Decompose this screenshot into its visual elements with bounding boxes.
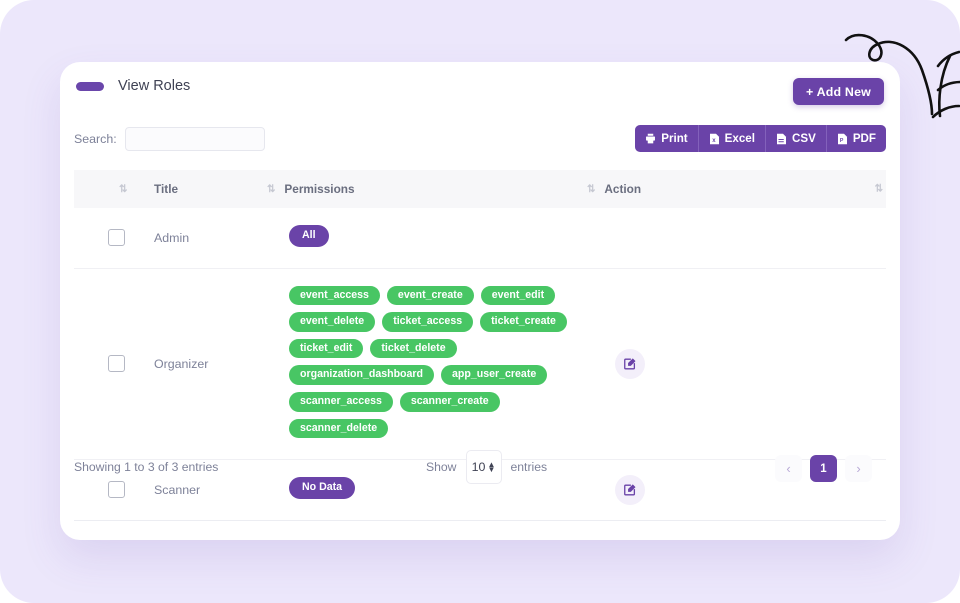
excel-file-icon: x: [709, 133, 719, 144]
row-title-cell: Admin: [154, 208, 289, 269]
row-action-cell: [609, 268, 886, 461]
search-label: Search:: [74, 132, 117, 146]
pagination-page-1[interactable]: 1: [810, 455, 837, 482]
row-checkbox-cell: [74, 208, 154, 269]
table-row: Organizer event_access event_create event_e…: [74, 268, 886, 461]
row-checkbox[interactable]: [108, 355, 125, 373]
permission-badge: scanner_access: [289, 391, 393, 412]
row-permissions-cell: event_access event_create event_edit event_…: [289, 268, 609, 461]
permission-badge: ticket_create: [480, 312, 567, 332]
sort-icon: ⇅: [119, 184, 127, 195]
table-row: Admin All: [74, 208, 886, 269]
table-header-row: ⇅ Title ⇅ Permissions ⇅ Action ⇅: [74, 170, 886, 208]
page-title-wrap: View Roles: [76, 78, 190, 94]
csv-file-icon: [776, 133, 786, 144]
csv-label: CSV: [791, 132, 816, 145]
row-checkbox[interactable]: [108, 229, 125, 247]
export-button-group: Print x Excel CSV P PDF: [635, 125, 886, 152]
permission-badge: scanner_delete: [289, 418, 389, 439]
showing-entries-text: Showing 1 to 3 of 3 entries: [74, 460, 219, 474]
pagination-prev-button[interactable]: ‹: [775, 455, 802, 482]
permission-badge: event_access: [289, 285, 380, 306]
entries-label: entries: [510, 460, 548, 474]
roles-card: View Roles + Add New Search: Print x Exc…: [60, 62, 900, 540]
page-title: View Roles: [118, 78, 191, 94]
print-label: Print: [661, 132, 688, 145]
permission-badge: organization_dashboard: [289, 365, 435, 385]
printer-icon: [646, 133, 656, 144]
permission-badge: event_create: [386, 285, 474, 306]
column-label-permissions: Permissions: [284, 182, 355, 196]
row-checkbox-cell: [74, 268, 154, 461]
add-new-button[interactable]: + Add New: [792, 78, 884, 105]
sort-icon: ⇅: [267, 184, 275, 195]
permission-badge: event_delete: [289, 312, 376, 332]
column-label-title: Title: [154, 182, 179, 196]
permission-badge: event_edit: [480, 285, 556, 306]
search-input[interactable]: [124, 127, 265, 151]
excel-button[interactable]: x Excel: [698, 125, 766, 152]
entries-value: 10: [471, 460, 486, 474]
edit-role-button[interactable]: [615, 348, 645, 379]
column-header-permissions[interactable]: ⇅ Permissions: [267, 170, 609, 208]
stepper-arrows-icon: ▲ ▼: [487, 460, 496, 474]
title-dash-icon: [76, 81, 104, 91]
card-header: View Roles + Add New: [60, 62, 900, 118]
sort-icon: ⇅: [874, 183, 883, 195]
svg-text:P: P: [840, 138, 844, 144]
print-button[interactable]: Print: [635, 125, 699, 152]
permission-badge: All: [289, 225, 329, 247]
pdf-button[interactable]: P PDF: [826, 125, 886, 152]
permission-badge: ticket_access: [382, 312, 474, 332]
pagination: ‹ 1 ›: [775, 455, 872, 482]
csv-button[interactable]: CSV: [765, 125, 827, 152]
column-header-checkbox[interactable]: ⇅: [74, 170, 154, 208]
show-entries-control: Show 10 ▲ ▼ entries: [426, 450, 547, 484]
table-footer: Showing 1 to 3 of 3 entries Show 10 ▲ ▼ e…: [74, 450, 886, 490]
row-permissions-cell: All: [289, 208, 609, 269]
excel-label: Excel: [724, 132, 755, 145]
pagination-next-button[interactable]: ›: [845, 455, 872, 482]
sort-icon: ⇅: [587, 184, 595, 195]
app-page: View Roles + Add New Search: Print x Exc…: [0, 0, 960, 603]
row-title-cell: Organizer: [154, 268, 289, 461]
permission-badge: scanner_create: [399, 391, 500, 412]
permission-badge-list: All: [289, 222, 609, 254]
permission-badge: app_user_create: [441, 365, 548, 385]
table-head: ⇅ Title ⇅ Permissions ⇅ Action ⇅: [74, 170, 886, 208]
row-action-cell: [609, 208, 886, 269]
permission-badge: ticket_delete: [370, 338, 457, 359]
column-label-action: Action: [604, 182, 642, 196]
pdf-file-icon: P: [837, 133, 847, 144]
edit-pencil-icon: [624, 358, 636, 370]
permission-badge-list: event_access event_create event_edit event_…: [289, 283, 609, 446]
pdf-label: PDF: [852, 132, 876, 145]
search-box: Search:: [74, 127, 265, 151]
show-label: Show: [426, 460, 457, 474]
entries-per-page-select[interactable]: 10 ▲ ▼: [465, 450, 502, 484]
column-header-action[interactable]: ⇅ Action ⇅: [587, 170, 886, 208]
permission-badge: ticket_edit: [289, 338, 364, 359]
table-toolbar: Search: Print x Excel CSV P PDF: [60, 118, 900, 162]
